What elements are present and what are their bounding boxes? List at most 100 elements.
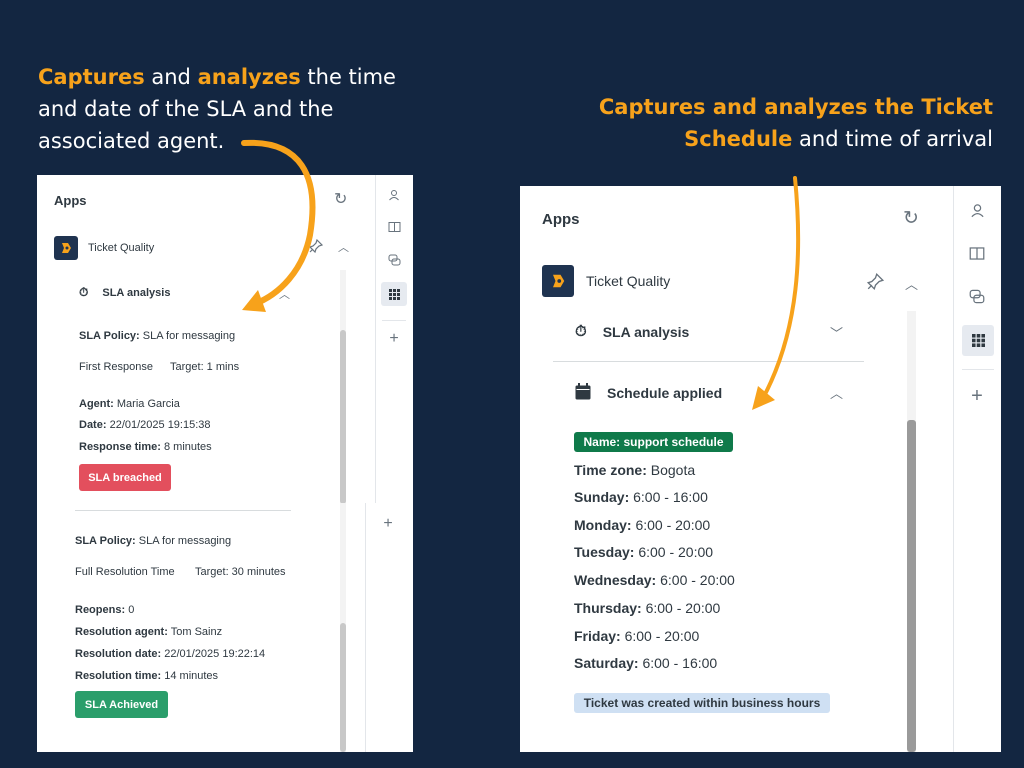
apps-grid-icon[interactable] bbox=[962, 325, 994, 356]
calendar-icon bbox=[575, 383, 591, 403]
sla-analysis-header[interactable]: ⏱ SLA analysis bbox=[79, 285, 170, 300]
collapse-app-chevron-icon[interactable]: ︿ bbox=[905, 274, 918, 293]
sla-analysis-header[interactable]: ⏱ SLA analysis bbox=[575, 323, 689, 340]
app-ticket-quality[interactable]: Ticket Quality bbox=[542, 265, 670, 297]
app-ticket-quality[interactable]: Ticket Quality bbox=[54, 236, 154, 260]
label: Resolution date: bbox=[75, 648, 162, 660]
day-label: Friday: bbox=[574, 627, 621, 644]
scrollbar-thumb[interactable] bbox=[340, 623, 346, 752]
sla-breached-badge: SLA breached bbox=[79, 464, 171, 491]
metric-target: Target: 1 mins bbox=[170, 361, 240, 373]
label: Resolution time: bbox=[75, 670, 162, 682]
stopwatch-icon: ⏱ bbox=[575, 323, 587, 340]
label: SLA Policy: bbox=[79, 330, 140, 342]
schedule-day-row: Sunday: 6:00 - 16:00 bbox=[574, 489, 708, 505]
left-caption: Captures and analyzes the time and date … bbox=[38, 61, 418, 157]
schedule-day-row: Saturday: 6:00 - 16:00 bbox=[574, 655, 717, 671]
label: SLA Policy: bbox=[75, 535, 136, 547]
sla-policy: SLA Policy: SLA for messaging bbox=[75, 535, 231, 547]
icon-rail: + bbox=[375, 175, 413, 504]
metric-full-resolution: Full Resolution Time bbox=[75, 566, 175, 578]
resolution-date-line: Resolution date: 22/01/2025 19:22:14 bbox=[75, 648, 265, 660]
schedule-day-row: Monday: 6:00 - 20:00 bbox=[574, 517, 710, 533]
reopens-line: Reopens: 0 bbox=[75, 604, 134, 616]
date-line: Date: 22/01/2025 19:15:38 bbox=[79, 419, 211, 431]
app-logo-icon bbox=[542, 265, 574, 297]
day-hours: 6:00 - 16:00 bbox=[642, 655, 718, 672]
chat-icon[interactable] bbox=[964, 285, 990, 307]
sla-policy: SLA Policy: SLA for messaging bbox=[79, 330, 235, 342]
divider bbox=[553, 361, 864, 362]
rail-divider bbox=[962, 369, 994, 370]
apps-grid-icon[interactable] bbox=[381, 282, 407, 306]
collapse-app-chevron-icon[interactable]: ︿ bbox=[338, 239, 349, 255]
arrival-status-badge: Ticket was created within business hours bbox=[574, 693, 830, 713]
chat-icon[interactable] bbox=[382, 250, 406, 270]
left-apps-panel-bottom: SLA Policy: SLA for messaging Full Resol… bbox=[37, 503, 413, 752]
caption-highlight: analyzes bbox=[197, 65, 301, 89]
app-logo-icon bbox=[54, 236, 78, 260]
value: 14 minutes bbox=[164, 670, 219, 682]
day-label: Thursday: bbox=[574, 599, 642, 616]
scrollbar-thumb[interactable] bbox=[340, 330, 346, 504]
stopwatch-icon: ⏱ bbox=[79, 285, 89, 299]
value: 22/01/2025 19:15:38 bbox=[109, 419, 211, 431]
right-apps-panel: Apps ↻ Ticket Quality ︿ ⏱ SLA analysis ﹀… bbox=[520, 186, 1001, 752]
day-hours: 6:00 - 20:00 bbox=[645, 599, 721, 616]
right-caption: Captures and analyzes the Ticket Schedul… bbox=[563, 91, 993, 155]
caption-text: and bbox=[144, 65, 198, 89]
schedule-day-row: Wednesday: 6:00 - 20:00 bbox=[574, 572, 735, 588]
divider bbox=[75, 510, 291, 511]
day-hours: 6:00 - 20:00 bbox=[635, 516, 711, 533]
label: Reopens: bbox=[75, 604, 126, 616]
resolution-agent-line: Resolution agent: Tom Sainz bbox=[75, 626, 222, 638]
schedule-day-row: Thursday: 6:00 - 20:00 bbox=[574, 600, 720, 616]
user-icon[interactable] bbox=[382, 185, 406, 205]
refresh-icon[interactable]: ↻ bbox=[334, 189, 347, 209]
metric-first-response: First Response bbox=[79, 361, 153, 373]
collapse-schedule-chevron-icon[interactable]: ︿ bbox=[830, 383, 843, 402]
day-hours: 6:00 - 16:00 bbox=[633, 489, 708, 505]
value: 8 minutes bbox=[163, 441, 212, 453]
user-icon[interactable] bbox=[964, 199, 990, 221]
pin-icon[interactable] bbox=[866, 272, 885, 295]
label: Date: bbox=[79, 419, 107, 431]
schedule-name-badge: Name: support schedule bbox=[574, 432, 733, 452]
value: SLA for messaging bbox=[138, 535, 232, 547]
schedule-day-row: Tuesday: 6:00 - 20:00 bbox=[574, 544, 713, 560]
sla-achieved-badge: SLA Achieved bbox=[75, 691, 168, 718]
metric-target: Target: 30 minutes bbox=[195, 566, 286, 578]
day-hours: 6:00 - 20:00 bbox=[624, 627, 700, 644]
pin-icon[interactable] bbox=[308, 238, 324, 256]
rail-divider bbox=[382, 320, 406, 321]
label: Time zone: bbox=[574, 462, 647, 478]
schedule-applied-header[interactable]: Schedule applied bbox=[575, 383, 722, 403]
value: Tom Sainz bbox=[170, 626, 223, 638]
plus-icon[interactable]: + bbox=[382, 329, 406, 349]
apps-title: Apps bbox=[542, 211, 580, 228]
refresh-icon[interactable]: ↻ bbox=[903, 207, 919, 230]
caption-text: and time of arrival bbox=[792, 127, 993, 151]
day-label: Saturday: bbox=[574, 655, 639, 672]
value: SLA for messaging bbox=[142, 330, 236, 342]
response-time-line: Response time: 8 minutes bbox=[79, 441, 212, 453]
day-hours: 6:00 - 20:00 bbox=[638, 544, 714, 561]
section-title: Schedule applied bbox=[607, 385, 723, 401]
left-apps-panel-top: Apps ↻ Ticket Quality ︿ ⏱ SLA analysis ︿… bbox=[37, 175, 413, 504]
scrollbar-thumb[interactable] bbox=[907, 420, 916, 752]
label: Resolution agent: bbox=[75, 626, 168, 638]
book-icon[interactable] bbox=[382, 217, 406, 237]
timezone-line: Time zone: Bogota bbox=[574, 462, 695, 478]
expand-sla-chevron-icon[interactable]: ﹀ bbox=[830, 323, 843, 342]
collapse-section-chevron-icon[interactable]: ︿ bbox=[279, 286, 290, 302]
book-icon[interactable] bbox=[964, 242, 990, 264]
label: Agent: bbox=[79, 398, 114, 410]
icon-rail: + bbox=[365, 503, 413, 752]
resolution-time-line: Resolution time: 14 minutes bbox=[75, 670, 218, 682]
plus-icon[interactable]: + bbox=[964, 385, 990, 407]
day-hours: 6:00 - 20:00 bbox=[660, 572, 735, 589]
day-label: Monday: bbox=[574, 516, 632, 533]
plus-icon[interactable]: + bbox=[376, 513, 400, 535]
value: 22/01/2025 19:22:14 bbox=[164, 648, 266, 660]
apps-title: Apps bbox=[54, 193, 87, 208]
